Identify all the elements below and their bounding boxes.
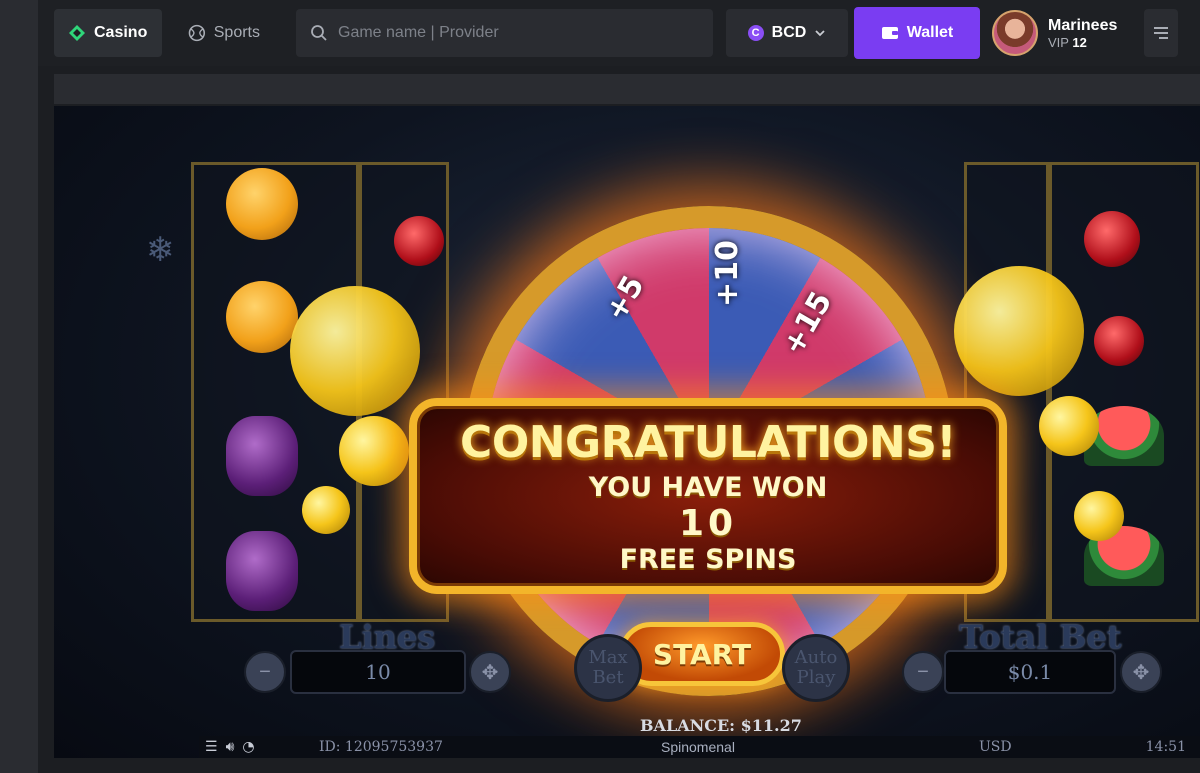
game-currency: USD xyxy=(979,739,1012,755)
max-bet-button[interactable]: Max Bet xyxy=(574,634,642,702)
search-input[interactable] xyxy=(338,24,678,42)
game-id: ID: 12095753937 xyxy=(319,739,443,755)
wheel-label-10: +10 xyxy=(709,240,745,307)
balance-text: BALANCE: $11.27 xyxy=(640,716,802,735)
total-bet-value: $0.1 xyxy=(944,650,1116,694)
tab-casino-label: Casino xyxy=(94,24,148,41)
auto-play-button[interactable]: Auto Play xyxy=(782,634,850,702)
orange-symbol xyxy=(226,168,298,240)
sports-ball-icon xyxy=(188,24,206,42)
gold-coins-left xyxy=(290,286,420,416)
avatar[interactable] xyxy=(992,10,1038,56)
menu-icon xyxy=(1154,27,1168,39)
tab-casino[interactable]: Casino xyxy=(54,9,162,57)
gold-coin xyxy=(302,486,350,534)
lines-value: 10 xyxy=(290,650,466,694)
menu-icon[interactable]: ☰ xyxy=(205,739,218,755)
game-frame[interactable]: ❄ +5 +10 +15 CONGRATULATIONS! YOU HAVE W… xyxy=(54,106,1200,758)
bet-plus-button[interactable]: ✥ xyxy=(1120,651,1162,693)
chevron-down-icon xyxy=(815,30,825,37)
wallet-button[interactable]: Wallet xyxy=(854,7,980,59)
cherry-symbol xyxy=(1094,316,1144,366)
game-sub-bar xyxy=(54,74,1200,104)
spins-count: 10 xyxy=(678,503,738,544)
username: Marinees xyxy=(1048,16,1118,34)
gold-coin xyxy=(339,416,409,486)
casino-icon xyxy=(69,25,85,41)
top-bar: Casino Sports C BCD Wallet Marinees VIP … xyxy=(38,0,1200,66)
bcd-coin-icon: C xyxy=(747,25,764,41)
congrats-title: CONGRATULATIONS! xyxy=(460,417,956,468)
start-button[interactable]: START xyxy=(619,622,785,686)
game-status-bar: ☰ 🔊︎ ◔ ID: 12095753937 Spinomenal USD 14… xyxy=(199,736,1200,758)
won-text: YOU HAVE WON xyxy=(588,472,828,503)
tab-sports-label: Sports xyxy=(213,24,260,41)
currency-code: BCD xyxy=(771,24,807,41)
vip-label: VIP xyxy=(1048,34,1069,50)
cherry-symbol xyxy=(394,216,444,266)
wallet-label: Wallet xyxy=(906,24,954,41)
wallet-icon xyxy=(881,27,898,39)
bet-minus-button[interactable]: − xyxy=(902,651,944,693)
tab-sports[interactable]: Sports xyxy=(174,9,274,57)
lines-minus-button[interactable]: − xyxy=(244,651,286,693)
cherry-symbol xyxy=(1084,211,1140,267)
search-icon xyxy=(311,25,327,41)
lines-plus-button[interactable]: ✥ xyxy=(469,651,511,693)
free-spins-text: FREE SPINS xyxy=(619,544,797,575)
left-rail xyxy=(0,0,38,773)
gold-coins-right xyxy=(954,266,1084,396)
currency-selector[interactable]: C BCD xyxy=(726,9,848,57)
vip-number: 12 xyxy=(1072,34,1087,50)
snowflake-icon: ❄ xyxy=(146,231,175,269)
speed-icon[interactable]: ◔ xyxy=(242,739,254,755)
provider-name: Spinomenal xyxy=(661,739,735,755)
menu-button[interactable] xyxy=(1144,9,1178,57)
search-box xyxy=(296,9,713,57)
grape-symbol xyxy=(226,531,298,611)
game-clock: 14:51 xyxy=(1145,739,1186,755)
win-banner: CONGRATULATIONS! YOU HAVE WON 10 FREE SP… xyxy=(409,398,1007,594)
user-profile[interactable]: Marinees VIP 12 xyxy=(992,9,1117,57)
grape-symbol xyxy=(226,416,298,496)
gold-coin xyxy=(1039,396,1099,456)
gold-coin xyxy=(1074,491,1124,541)
orange-symbol xyxy=(226,281,298,353)
sound-icon[interactable]: 🔊︎ xyxy=(226,739,235,755)
vip-level: VIP 12 xyxy=(1048,35,1117,50)
